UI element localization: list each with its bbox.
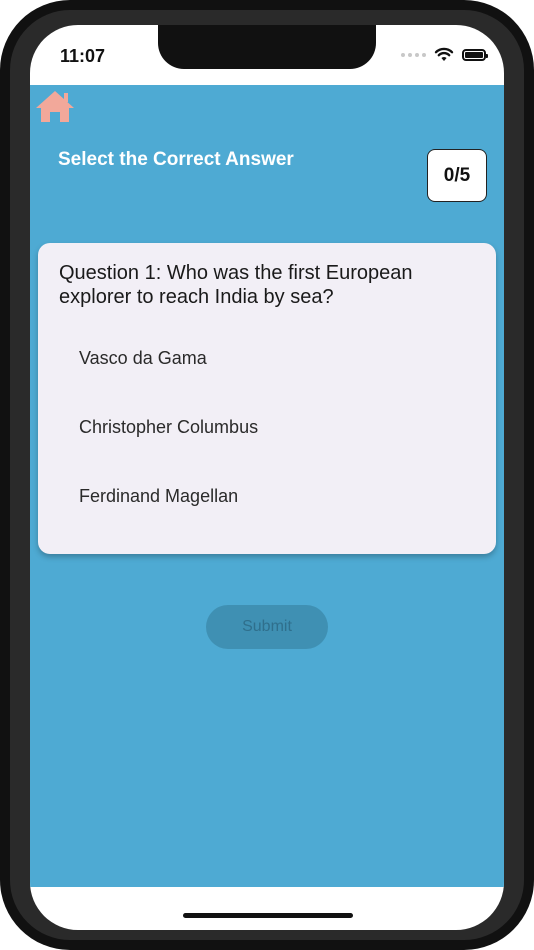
phone-frame: 11:07 Select the Correct Answer 0/5 Ques… xyxy=(0,0,534,950)
question-card: Question 1: Who was the first European e… xyxy=(38,243,496,554)
home-indicator[interactable] xyxy=(183,913,353,918)
submit-button[interactable]: Submit xyxy=(206,605,328,649)
wifi-icon xyxy=(434,47,454,61)
status-icons xyxy=(401,47,488,62)
signal-icon xyxy=(401,52,426,57)
score-badge: 0/5 xyxy=(427,149,487,202)
answer-option[interactable]: Ferdinand Magellan xyxy=(79,486,238,507)
quiz-screen: Select the Correct Answer 0/5 Question 1… xyxy=(30,85,504,887)
battery-icon xyxy=(462,48,488,61)
notch xyxy=(158,25,376,69)
answer-option[interactable]: Christopher Columbus xyxy=(79,417,258,438)
home-icon[interactable] xyxy=(34,89,76,123)
answer-option[interactable]: Vasco da Gama xyxy=(79,348,207,369)
status-time: 11:07 xyxy=(60,46,106,66)
page-title: Select the Correct Answer xyxy=(58,149,294,170)
screen: 11:07 Select the Correct Answer 0/5 Ques… xyxy=(30,25,504,930)
question-text: Question 1: Who was the first European e… xyxy=(59,262,413,308)
